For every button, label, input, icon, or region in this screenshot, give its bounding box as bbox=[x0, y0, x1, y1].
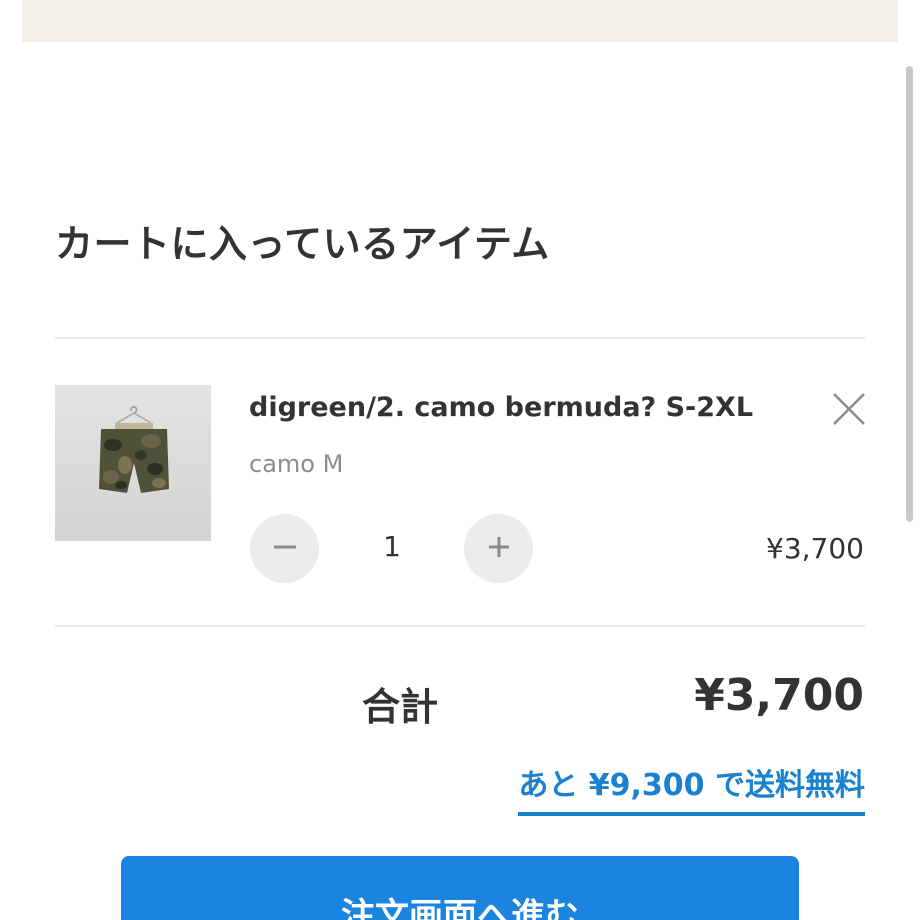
free-shipping-link[interactable]: あと ¥9,300 で送料無料 bbox=[518, 760, 865, 816]
cart-title: カートに入っているアイテム bbox=[55, 222, 550, 266]
minus-icon bbox=[273, 535, 297, 563]
product-image[interactable] bbox=[55, 385, 211, 541]
cart-page: カートに入っているアイテム digreen/2. camo bermuda? S… bbox=[0, 0, 920, 920]
increase-quantity-button[interactable] bbox=[464, 514, 533, 583]
decrease-quantity-button[interactable] bbox=[250, 514, 319, 583]
quantity-value: 1 bbox=[383, 530, 401, 563]
plus-icon bbox=[487, 535, 511, 563]
product-variant: camo M bbox=[249, 450, 344, 478]
checkout-button[interactable]: 注文画面へ進む bbox=[121, 856, 799, 920]
item-price: ¥3,700 bbox=[766, 532, 864, 565]
remove-item-button[interactable] bbox=[830, 392, 868, 430]
total-value: ¥3,700 bbox=[694, 670, 864, 721]
divider bbox=[55, 625, 865, 627]
scrollbar[interactable] bbox=[906, 66, 913, 522]
product-name[interactable]: digreen/2. camo bermuda? S-2XL bbox=[249, 392, 753, 423]
close-icon bbox=[832, 392, 866, 430]
total-label: 合計 bbox=[362, 685, 439, 729]
top-banner bbox=[22, 0, 898, 42]
divider bbox=[55, 337, 865, 339]
